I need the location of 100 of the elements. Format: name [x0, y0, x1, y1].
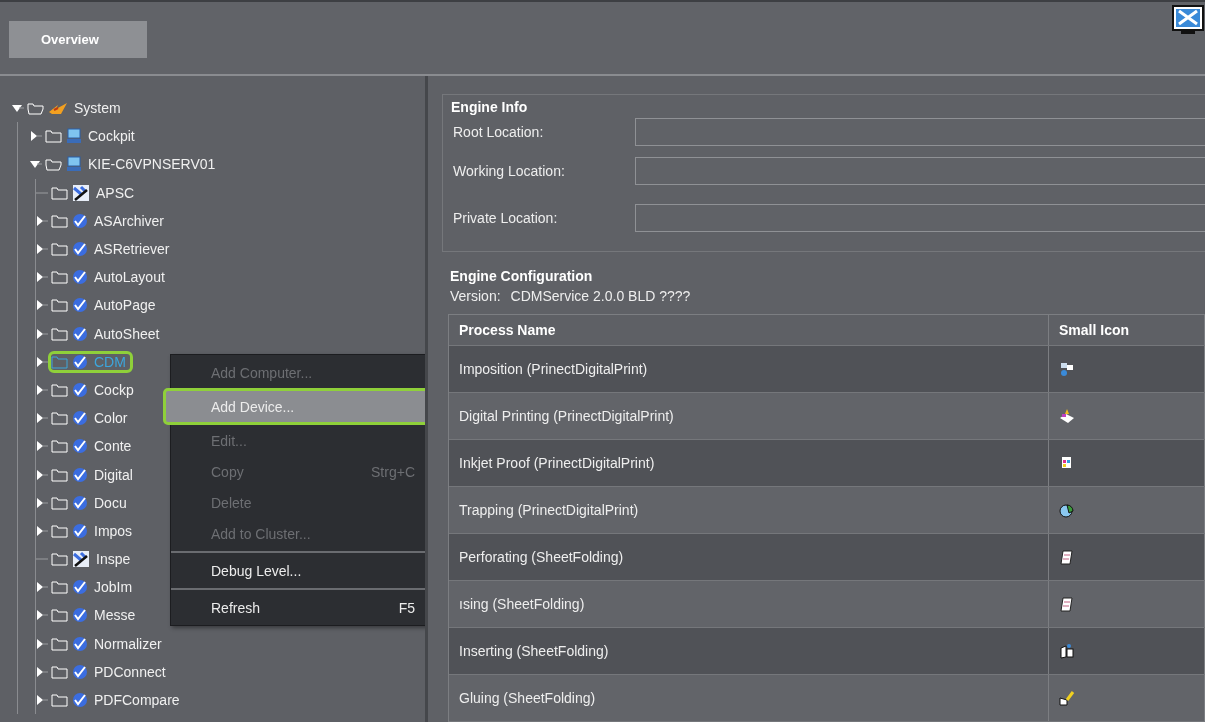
tree-item[interactable]: ASArchiver: [48, 209, 172, 232]
location-field[interactable]: [635, 156, 1205, 185]
folder-icon: [51, 411, 69, 426]
sheet-icon: [1059, 596, 1075, 612]
expand-arrow-icon[interactable]: [36, 327, 48, 340]
tools-monitor-icon[interactable]: [1171, 5, 1205, 35]
tree-item[interactable]: KIE-C6VPNSERV01: [42, 153, 223, 176]
tree-item[interactable]: AutoSheet: [48, 322, 167, 345]
tree-item[interactable]: Cockp: [48, 378, 141, 401]
folder-icon: [51, 270, 69, 285]
check-globe-icon: [72, 269, 88, 286]
folder-icon: [51, 382, 69, 397]
folder-icon: [51, 693, 69, 708]
tree-item[interactable]: APSC: [48, 180, 142, 205]
menu-item[interactable]: Debug Level...: [171, 555, 425, 586]
flame-icon: [48, 100, 68, 117]
group-title: Engine Info: [451, 99, 529, 115]
column-header[interactable]: Process Name: [449, 314, 1049, 345]
check-globe-icon: [72, 353, 88, 370]
check-globe-icon: [72, 494, 88, 511]
tree-item[interactable]: System: [24, 97, 128, 120]
check-globe-icon: [72, 466, 88, 483]
table-cell: Inkjet Proof (PrinectDigitalPrint): [449, 440, 1049, 486]
expand-arrow-icon[interactable]: [36, 694, 48, 707]
expand-arrow-icon[interactable]: [36, 440, 48, 453]
pen-icon: [72, 550, 90, 569]
folder-icon: [51, 354, 69, 369]
tree-item[interactable]: Digital: [48, 463, 140, 486]
expand-arrow-icon[interactable]: [36, 468, 48, 481]
group-title: Engine Configuration: [450, 268, 594, 284]
expand-arrow-icon[interactable]: [36, 214, 48, 227]
check-globe-icon: [72, 438, 88, 455]
expand-arrow-icon[interactable]: [36, 383, 48, 396]
tree-item[interactable]: Cockpit: [42, 125, 142, 148]
version-value: CDMService 2.0.0 BLD ????: [510, 288, 691, 304]
table-cell: Trapping (PrinectDigitalPrint): [449, 487, 1049, 533]
computer-icon: [66, 128, 82, 145]
tree-item[interactable]: Conte: [48, 435, 139, 458]
tree-item[interactable]: PDConnect: [48, 660, 173, 683]
expand-arrow-icon[interactable]: [36, 496, 48, 509]
overview-tab[interactable]: Overview: [9, 21, 147, 58]
folder-icon: [51, 636, 69, 651]
expand-arrow-icon[interactable]: [36, 665, 48, 678]
location-field[interactable]: [635, 118, 1205, 146]
tree-item[interactable]: Messe: [48, 604, 143, 627]
tree-item[interactable]: AutoLayout: [48, 266, 172, 289]
tree-item[interactable]: JobIm: [48, 576, 140, 599]
check-globe-icon: [72, 212, 88, 229]
location-field[interactable]: [635, 203, 1205, 232]
expand-arrow-icon[interactable]: [36, 524, 48, 537]
folder-icon: [51, 523, 69, 538]
check-globe-icon: [72, 579, 88, 596]
overlap-circles-icon: [1059, 502, 1075, 518]
check-globe-icon: [72, 241, 88, 258]
expand-arrow-icon[interactable]: [36, 609, 48, 622]
check-globe-icon: [72, 325, 88, 342]
table-cell: ısing (SheetFolding): [449, 581, 1049, 627]
open-folder-icon: [27, 101, 45, 116]
expand-arrow-icon[interactable]: [36, 271, 48, 284]
tree-item[interactable]: ASRetriever: [48, 238, 177, 261]
tree-item[interactable]: PDFCompare: [48, 689, 187, 712]
check-globe-icon: [72, 607, 88, 624]
expand-arrow-icon[interactable]: [36, 299, 48, 312]
menu-item[interactable]: Refresh F5: [171, 592, 425, 623]
tree-item[interactable]: AutoPage: [48, 294, 163, 317]
printer-icon: [1059, 408, 1075, 424]
expand-arrow-icon[interactable]: [36, 637, 48, 650]
column-header[interactable]: Small Icon: [1049, 314, 1205, 345]
expand-arrow-icon[interactable]: [30, 130, 42, 143]
tree-item[interactable]: Docu: [48, 491, 134, 514]
table-cell: Perforating (SheetFolding): [449, 534, 1049, 580]
folder-icon: [51, 326, 69, 341]
table-cell: Inserting (SheetFolding): [449, 628, 1049, 674]
tree-item[interactable]: Normalizer: [48, 632, 169, 655]
field-label: Private Location:: [453, 209, 559, 226]
tree-item[interactable]: Color: [48, 407, 135, 430]
sheet-icon: [1059, 549, 1075, 565]
sheets-icon: [1059, 361, 1075, 377]
glue-brush-icon: [1059, 690, 1075, 706]
folder-icon: [51, 298, 69, 313]
folder-icon: [51, 664, 69, 679]
expand-arrow-icon[interactable]: [36, 355, 48, 368]
folder-icon: [51, 552, 69, 567]
check-globe-icon: [72, 635, 88, 652]
expand-arrow-icon[interactable]: [36, 243, 48, 256]
check-globe-icon: [72, 297, 88, 314]
folder-icon: [51, 185, 69, 200]
open-folder-icon: [45, 157, 63, 172]
folder-icon: [51, 495, 69, 510]
menu-item[interactable]: Add Device...: [163, 388, 425, 425]
check-globe-icon: [72, 381, 88, 398]
expand-arrow-icon[interactable]: [36, 581, 48, 594]
insert-sheet-icon: [1059, 643, 1075, 659]
check-globe-icon: [72, 663, 88, 680]
field-label: Working Location:: [453, 162, 566, 179]
expand-arrow-icon[interactable]: [36, 412, 48, 425]
tree-item[interactable]: Impos: [48, 519, 140, 542]
table-cell: Gluing (SheetFolding): [449, 675, 1049, 721]
computer-icon: [66, 156, 82, 173]
tree-item[interactable]: Inspe: [48, 547, 138, 572]
